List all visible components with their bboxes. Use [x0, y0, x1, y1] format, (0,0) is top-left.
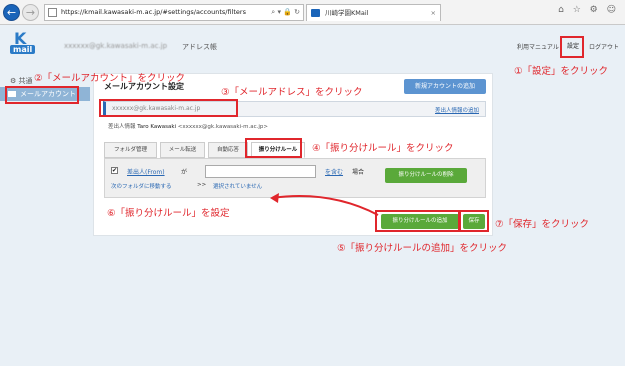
sender-label: 差出人情報	[108, 124, 136, 130]
annotation-3: ③「メールアドレス」をクリック	[221, 87, 363, 98]
filter-rule: ✔ 差出人(From) が を含む 場合 次のフォルダに移動する >> 選択され…	[104, 158, 486, 198]
tab-folder[interactable]: フォルダ管理	[104, 142, 157, 158]
sender-email: <xxxxxx@gk.kawasaki-m.ac.jp>	[177, 124, 268, 130]
rule-checkbox[interactable]: ✔	[111, 167, 118, 174]
sidebar-common-label: 共通	[18, 77, 33, 85]
arrow-label: >>	[197, 182, 207, 188]
new-account-button[interactable]: 新規アカウントの追加	[404, 79, 486, 94]
browser-icons[interactable]: ⌂ ☆ ⚙ ☺	[558, 5, 619, 15]
annotation-5: ⑤「振り分けルールの追加」をクリック	[337, 243, 508, 254]
user-email: xxxxxx@gk.kawasaki-m.ac.jp	[64, 42, 168, 50]
url-text: https://kmail.kawasaki-m.ac.jp/#settings…	[61, 8, 246, 16]
case-label: 場合	[352, 169, 365, 176]
logout-link[interactable]: ログアウト	[589, 42, 619, 51]
favicon-icon	[311, 9, 320, 17]
delete-rule-button[interactable]: 振り分けルールの削除	[385, 168, 467, 183]
highlight-filter-tab	[245, 138, 302, 158]
manual-link[interactable]: 利用マニュアル	[517, 42, 559, 51]
ga-label: が	[181, 169, 188, 176]
annotation-7: ⑦「保存」をクリック	[495, 219, 590, 230]
sidebar-common[interactable]: ⚙ 共通	[10, 76, 33, 86]
browser-tab[interactable]: 川崎学園KMail ×	[306, 4, 441, 21]
kmail-logo: K mail	[8, 29, 42, 61]
address-bar[interactable]: https://kmail.kawasaki-m.ac.jp/#settings…	[44, 4, 304, 21]
back-button[interactable]: ←	[3, 4, 20, 21]
tab-forward[interactable]: メール転送	[160, 142, 205, 158]
annotation-6: ⑥「振り分けルール」を設定	[107, 208, 230, 219]
folder-selector[interactable]: 選択されていません	[213, 182, 262, 190]
condition-input[interactable]	[205, 165, 316, 178]
close-tab-icon[interactable]: ×	[431, 5, 436, 21]
address-tools-icon[interactable]: ⌕ ▾ 🔒 ↻	[271, 5, 300, 20]
highlight-save	[458, 210, 489, 232]
highlight-email	[99, 99, 238, 117]
contains-selector[interactable]: を含む	[325, 167, 343, 176]
from-selector[interactable]: 差出人(From)	[127, 167, 165, 176]
sender-info: 差出人情報 Taro Kawasaki <xxxxxx@gk.kawasaki-…	[108, 122, 268, 130]
logo-mail: mail	[10, 45, 36, 54]
annotation-4: ④「振り分けルール」をクリック	[312, 143, 454, 154]
annotation-2: ②「メールアカウント」をクリック	[34, 73, 186, 84]
annotation-1: ①「設定」をクリック	[514, 66, 609, 77]
browser-toolbar: ← → https://kmail.kawasaki-m.ac.jp/#sett…	[0, 0, 625, 25]
highlight-mail-account	[5, 86, 79, 104]
tab-title: 川崎学園KMail	[325, 9, 369, 17]
address-book-link[interactable]: アドレス帳	[182, 42, 217, 52]
add-sender-link[interactable]: 差出人情報の追加	[435, 106, 479, 114]
highlight-add-rule	[375, 210, 461, 232]
app-header: K mail xxxxxx@gk.kawasaki-m.ac.jp アドレス帳 …	[0, 25, 625, 65]
highlight-settings	[560, 36, 584, 58]
tab-auto-reply[interactable]: 自動応答	[208, 142, 248, 158]
forward-button[interactable]: →	[22, 4, 39, 21]
sidebar: ⚙ 共通 メールアカウント	[0, 65, 90, 366]
move-action[interactable]: 次のフォルダに移動する	[111, 182, 172, 190]
sender-name: Taro Kawasaki	[137, 124, 177, 130]
page-icon	[48, 8, 57, 17]
